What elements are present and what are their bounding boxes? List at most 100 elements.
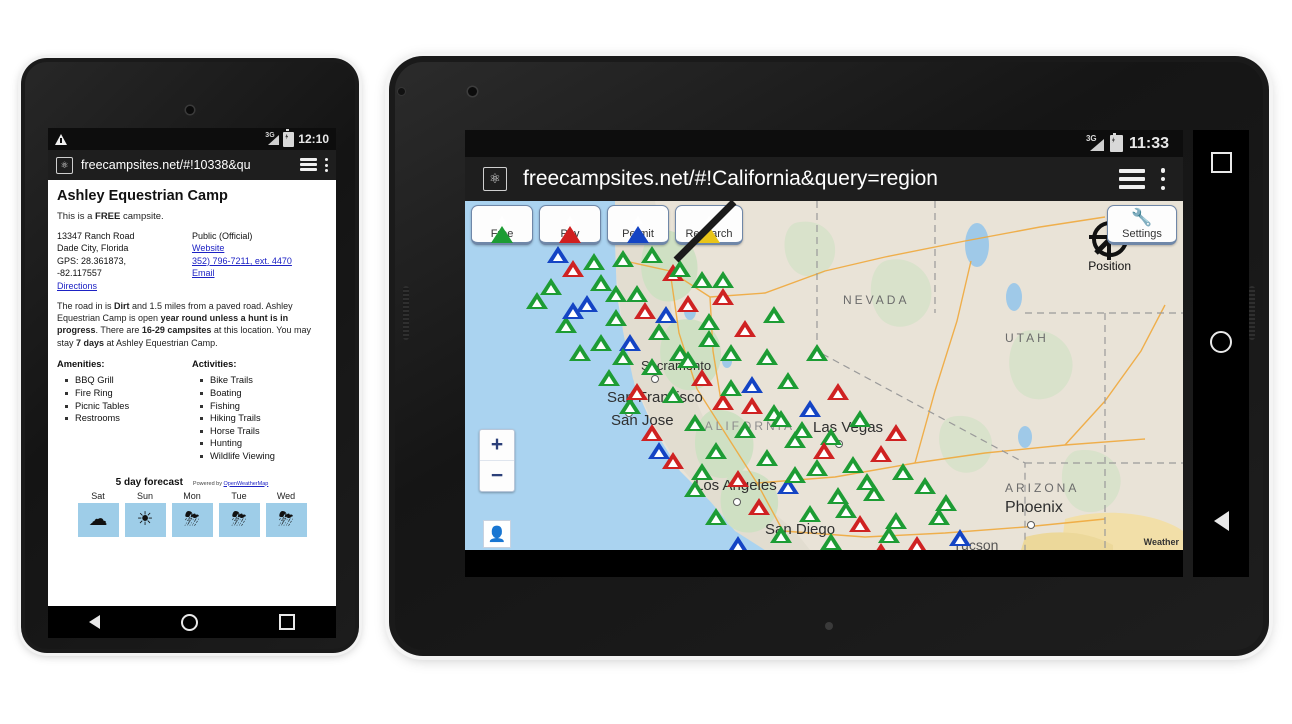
campsite-pin[interactable]	[547, 246, 570, 264]
campsite-pin[interactable]	[734, 319, 757, 337]
campsite-pin[interactable]	[611, 347, 634, 365]
campsite-pin[interactable]	[719, 344, 742, 362]
campsite-pin[interactable]	[590, 333, 613, 351]
campsite-pin[interactable]	[676, 351, 699, 369]
campsite-pin[interactable]	[798, 504, 821, 522]
zoom-out-button[interactable]: −	[480, 461, 514, 491]
campsite-pin[interactable]	[762, 305, 785, 323]
campsite-pin[interactable]	[913, 476, 936, 494]
filter-permit-button[interactable]: Permit	[607, 205, 669, 245]
campsite-pin[interactable]	[827, 382, 850, 400]
campsite-pin[interactable]	[784, 466, 807, 484]
campsite-pin[interactable]	[791, 420, 814, 438]
tablet-overflow-menu-icon[interactable]	[1160, 168, 1165, 190]
campsite-pin[interactable]	[662, 386, 685, 404]
campsite-pin[interactable]	[683, 413, 706, 431]
tablet-back-button[interactable]	[1213, 511, 1229, 531]
website-link[interactable]: Website	[192, 243, 224, 253]
campsite-pin[interactable]	[813, 441, 835, 459]
campsite-pin[interactable]	[647, 441, 670, 459]
settings-button[interactable]: 🔧 Settings	[1107, 205, 1177, 245]
campsite-pin[interactable]	[906, 536, 929, 550]
campsite-pin[interactable]	[626, 284, 649, 302]
campsite-pin[interactable]	[884, 424, 907, 442]
campsite-pin[interactable]	[870, 445, 893, 463]
campsite-pin[interactable]	[870, 543, 893, 550]
campsite-pin[interactable]	[640, 358, 663, 376]
campsite-pin[interactable]	[719, 379, 742, 397]
tablet-home-button[interactable]	[1210, 331, 1232, 353]
campsite-pin[interactable]	[604, 309, 627, 327]
campsite-pin[interactable]	[655, 305, 678, 323]
filter-research-button[interactable]: Research	[673, 201, 743, 263]
campsite-pin[interactable]	[726, 536, 749, 550]
weather-badge[interactable]: Weather	[1144, 537, 1179, 547]
street-view-pegman-icon[interactable]: 👤	[483, 520, 511, 548]
campsite-pin[interactable]	[690, 462, 713, 480]
campsite-pin[interactable]	[841, 455, 864, 473]
campsite-pin[interactable]	[856, 473, 879, 491]
campsite-pin[interactable]	[676, 295, 699, 313]
campsite-pin[interactable]	[640, 424, 663, 442]
campsite-pin[interactable]	[805, 344, 828, 362]
campsite-pin[interactable]	[604, 284, 627, 302]
campsite-pin[interactable]	[949, 529, 972, 547]
campsite-pin[interactable]	[611, 249, 634, 267]
campsite-pin[interactable]	[891, 462, 914, 480]
campsite-pin[interactable]	[597, 368, 620, 386]
campsite-pin[interactable]	[769, 410, 792, 428]
campsite-pin[interactable]	[935, 494, 958, 512]
campsite-pin[interactable]	[690, 270, 713, 288]
campsite-pin[interactable]	[647, 323, 670, 341]
campsite-pin[interactable]	[741, 375, 764, 393]
campsite-pin[interactable]	[748, 497, 771, 515]
campsite-pin[interactable]	[705, 508, 728, 526]
campsite-pin[interactable]	[820, 532, 843, 550]
zoom-in-button[interactable]: +	[480, 430, 514, 461]
campsite-pin[interactable]	[726, 469, 749, 487]
directions-link[interactable]: Directions	[57, 281, 97, 291]
campsite-pin[interactable]	[712, 288, 735, 306]
tablet-recents-button[interactable]	[1210, 152, 1232, 173]
phone-back-button[interactable]	[88, 615, 100, 629]
map-canvas[interactable]: Free Pay Permit Research 🔧 Settings NEVA…	[465, 201, 1183, 550]
campsite-pin[interactable]	[777, 372, 800, 390]
openweathermap-link[interactable]: OpenWeatherMap	[224, 481, 269, 487]
campsite-pin[interactable]	[755, 347, 778, 365]
campsite-pin[interactable]	[805, 459, 828, 477]
campsite-pin[interactable]	[626, 382, 649, 400]
campsite-pin[interactable]	[834, 501, 857, 519]
campsite-pin[interactable]	[798, 400, 821, 417]
campsite-pin[interactable]	[683, 480, 706, 498]
campsite-pin[interactable]	[640, 246, 663, 264]
campsite-pin[interactable]	[690, 368, 713, 386]
campsite-description: The road in is Dirt and 1.5 miles from a…	[57, 300, 327, 349]
campsite-pin[interactable]	[583, 253, 606, 271]
campsite-pin[interactable]	[698, 330, 721, 348]
email-link[interactable]: Email	[192, 268, 215, 278]
campsite-pin[interactable]	[712, 270, 735, 288]
campsite-pin[interactable]	[755, 448, 778, 466]
campsite-pin[interactable]	[877, 525, 900, 543]
phone-number-link[interactable]: 352) 796-7211, ext. 4470	[192, 256, 292, 266]
campsite-pin[interactable]	[705, 441, 728, 459]
tablet-tab-stack-icon[interactable]	[1118, 168, 1145, 190]
phone-tab-stack-icon[interactable]	[300, 158, 317, 172]
phone-url-text[interactable]: freecampsites.net/#!10338&qu	[81, 158, 292, 172]
campsite-pin[interactable]	[568, 344, 591, 362]
tablet-url-text[interactable]: freecampsites.net/#!California&query=reg…	[523, 167, 1103, 191]
campsite-pin[interactable]	[525, 291, 548, 309]
phone-recents-button[interactable]	[279, 614, 296, 630]
campsite-pin[interactable]	[633, 302, 656, 320]
filter-pay-button[interactable]: Pay	[539, 205, 601, 245]
campsite-pin[interactable]	[769, 525, 792, 543]
campsite-pin[interactable]	[741, 396, 764, 414]
campsite-pin[interactable]	[669, 260, 692, 278]
campsite-pin[interactable]	[848, 410, 871, 428]
phone-home-button[interactable]	[180, 613, 198, 631]
campsite-pin[interactable]	[698, 312, 721, 330]
campsite-pin[interactable]	[561, 302, 584, 320]
campsite-pin[interactable]	[734, 420, 757, 438]
filter-free-button[interactable]: Free	[471, 205, 533, 245]
phone-overflow-menu-icon[interactable]	[325, 158, 328, 172]
